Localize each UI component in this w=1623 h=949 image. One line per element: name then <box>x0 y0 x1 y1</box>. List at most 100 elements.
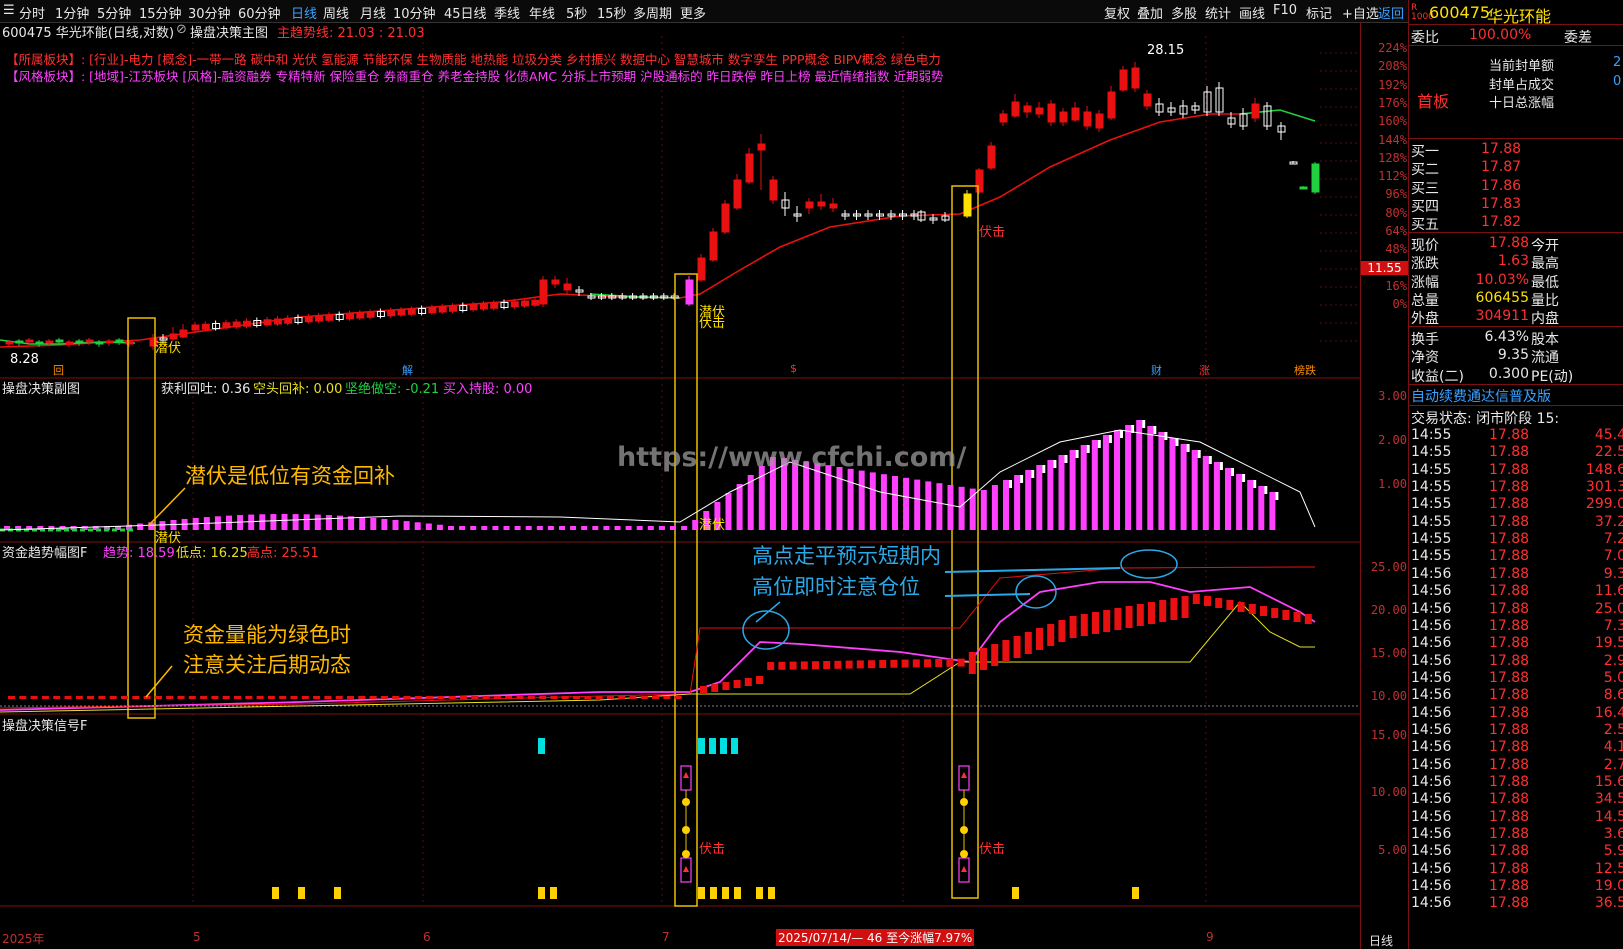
main-axis-label: 160% <box>1378 114 1407 129</box>
sub1-bar-white <box>1009 480 1012 488</box>
stock-code: 600475 <box>1429 3 1491 22</box>
sub1-bar <box>1147 426 1154 530</box>
tick-row: 14:56 17.88 5.0 <box>1411 669 1623 686</box>
bid-row[interactable]: 买二 17.87 <box>1409 159 1623 178</box>
sub2-bar <box>87 696 95 699</box>
indicator-toggle-icon[interactable]: ⊘ <box>176 22 187 37</box>
candle <box>325 314 334 321</box>
sub1-bar-white <box>1186 444 1190 452</box>
timeframe-tab[interactable]: 周线 <box>323 3 349 22</box>
sub1-bar <box>736 484 743 530</box>
timeframe-tab[interactable]: 更多 <box>680 3 706 22</box>
timeframe-tab[interactable]: 45日线 <box>444 3 487 22</box>
sub2-bar <box>1080 614 1088 636</box>
event-marker-dollar[interactable]: $ <box>790 362 797 375</box>
event-marker-bangdie[interactable]: 榜跌 <box>1294 362 1316 378</box>
sub2-bar <box>957 658 965 667</box>
bid-row[interactable]: 买三 17.86 <box>1409 178 1623 197</box>
candle <box>45 340 54 344</box>
sub2-bar <box>991 644 999 666</box>
timeframe-tab[interactable]: 10分钟 <box>393 3 436 22</box>
timeframe-tab[interactable]: 60分钟 <box>238 3 281 22</box>
timeframe-tab[interactable]: 5秒 <box>566 3 587 22</box>
candle <box>1107 91 1116 119</box>
sub2-name[interactable]: 资金趋势幅图F <box>2 542 87 561</box>
toolbar-button[interactable]: +自选 <box>1342 3 1379 22</box>
sub2-axis-label: 20.00 <box>1370 603 1407 617</box>
sub1-bar <box>603 526 610 530</box>
sub1-bar <box>1158 432 1165 530</box>
main-indicator-name[interactable]: 操盘决策主图 <box>190 22 268 41</box>
timeframe-tab[interactable]: 季线 <box>494 3 520 22</box>
timeframe-tab[interactable]: 年线 <box>529 3 555 22</box>
promo-row[interactable]: 自动续费通达信普及版 <box>1409 386 1623 406</box>
toolbar-button[interactable]: 复权 <box>1104 3 1130 22</box>
toolbar-button[interactable]: 返回 <box>1378 3 1404 22</box>
sub1-bar-white <box>1031 470 1035 478</box>
sub2-bar <box>1304 614 1312 624</box>
promo-link[interactable]: 自动续费通达信普及版 <box>1411 386 1551 406</box>
bid-row[interactable]: 买四 17.83 <box>1409 196 1623 215</box>
sub2-bar <box>64 696 72 699</box>
timeframe-tab[interactable]: 月线 <box>360 3 386 22</box>
sub1-name[interactable]: 操盘决策副图 <box>2 378 80 397</box>
sub1-bar <box>980 490 987 530</box>
sub2-bar <box>595 696 603 699</box>
sub2-bar <box>1092 612 1099 634</box>
candle <box>356 312 365 319</box>
sub1-bar-white <box>1242 474 1246 482</box>
candle <box>1011 101 1020 117</box>
candle <box>987 145 996 169</box>
sub2-bar <box>1058 620 1066 642</box>
sub2-bar <box>335 696 343 699</box>
timeframe-tab[interactable]: 5分钟 <box>97 3 131 22</box>
timeframe-tab[interactable]: 15分钟 <box>139 3 182 22</box>
sub2-bar <box>121 696 128 699</box>
seal-row-1: 封单占成交 0 <box>1489 74 1622 93</box>
quote-row: 涨跌 1.63 最高 <box>1411 253 1559 273</box>
sub2-bar <box>177 696 185 699</box>
timeframe-tab[interactable]: 多周期 <box>633 3 672 22</box>
event-marker-hui[interactable]: 回 <box>53 362 64 378</box>
sub2-bar <box>358 696 366 699</box>
sub1-bar <box>1225 468 1231 530</box>
tick-row: 14:55 17.88 299.0 <box>1411 496 1623 513</box>
candle <box>1095 113 1104 129</box>
kline-chart-area[interactable]: 600475 华光环能(日线,对数) ⊘ 操盘决策主图 主趋势线: 21.03 … <box>0 22 1360 949</box>
xaxis-label-4: 9 <box>1206 930 1214 944</box>
sub1-bar <box>725 493 732 530</box>
sub2-bar <box>1181 596 1189 618</box>
sub1-bar <box>259 514 266 530</box>
sub2-bar <box>1282 610 1290 620</box>
bid-row[interactable]: 买五 17.82 <box>1409 214 1623 233</box>
toolbar-button[interactable]: 画线 <box>1239 3 1265 22</box>
toolbar-button[interactable]: 多股 <box>1171 3 1197 22</box>
event-marker-zhang[interactable]: 涨 <box>1199 362 1210 378</box>
event-marker-cai[interactable]: 财 <box>1151 362 1162 378</box>
toolbar-button[interactable]: 标记 <box>1306 3 1332 22</box>
quote-row: 总量 606455 量比 <box>1411 289 1559 309</box>
sub1-bar <box>359 517 366 530</box>
bid-row[interactable]: 买一 17.88 <box>1409 141 1623 160</box>
period-label[interactable]: 日线 <box>1369 932 1393 949</box>
timeframe-tab[interactable]: 15秒 <box>597 3 627 22</box>
toolbar-button[interactable]: F10 <box>1273 3 1297 18</box>
toolbar-button[interactable]: 统计 <box>1205 3 1231 22</box>
toolbar-button[interactable]: 叠加 <box>1137 3 1163 22</box>
timeframe-tab[interactable]: 30分钟 <box>188 3 231 22</box>
sub3-up-arrow <box>683 772 689 778</box>
menu-icon[interactable]: ☰ <box>3 3 15 18</box>
timeframe-tab[interactable]: 日线 <box>291 3 317 22</box>
timeframe-tab[interactable]: 1分钟 <box>55 3 89 22</box>
sub2-bar <box>722 682 730 690</box>
sub3-name[interactable]: 操盘决策信号F <box>2 715 87 734</box>
sub1-bar <box>559 526 565 530</box>
sub1-bar <box>1191 450 1198 530</box>
ma-green-segment-3 <box>1239 109 1316 122</box>
sub1-bar <box>1069 450 1076 530</box>
event-marker-jie[interactable]: 解 <box>402 362 413 378</box>
sub1-bar <box>925 481 932 530</box>
sub3-signal-dot <box>960 798 968 806</box>
sub1-bar <box>459 526 466 530</box>
timeframe-tab[interactable]: 分时 <box>19 3 45 22</box>
